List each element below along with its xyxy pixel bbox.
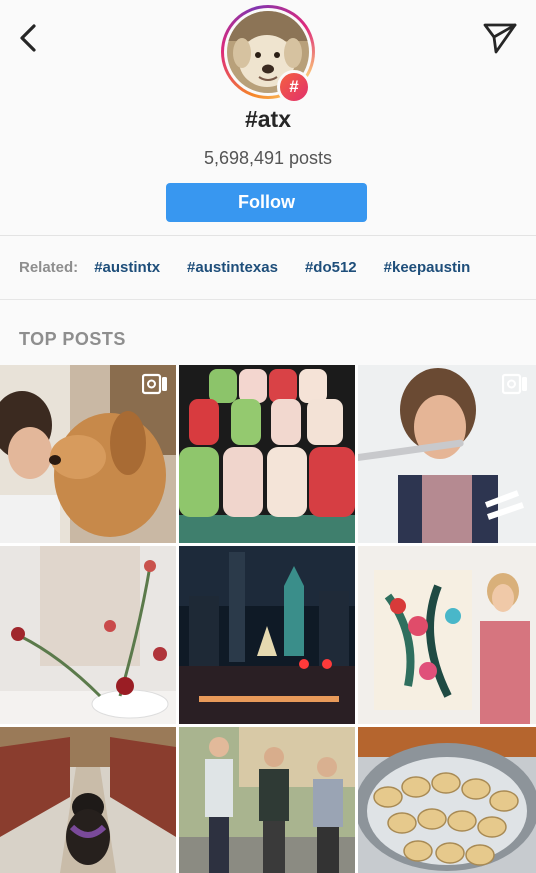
related-tag-austintexas[interactable]: #austintexas <box>187 259 278 276</box>
hashtag-badge-icon: # <box>277 70 311 104</box>
related-label: Related: <box>19 259 79 276</box>
post-tile-flowers[interactable] <box>0 546 176 724</box>
back-button[interactable] <box>10 18 46 58</box>
post-tile-dog-bridge[interactable] <box>0 727 176 873</box>
video-icon <box>502 373 527 395</box>
share-button[interactable] <box>480 18 520 58</box>
hashtag-header: # #atx 5,698,491 posts Follow <box>0 0 536 236</box>
related-hashtags-bar: Related: #austintx #austintexas #do512 #… <box>0 236 536 300</box>
post-tile-macarons[interactable] <box>179 365 355 543</box>
paper-plane-icon <box>483 23 517 54</box>
post-tile-painting[interactable] <box>358 546 536 724</box>
related-tag-do512[interactable]: #do512 <box>305 259 357 276</box>
related-tag-austintx[interactable]: #austintx <box>94 259 160 276</box>
related-tag-keepaustin[interactable]: #keepaustin <box>384 259 471 276</box>
post-tile-scooters[interactable] <box>179 727 355 873</box>
post-tile-skyline[interactable] <box>179 546 355 724</box>
post-tile-flute[interactable] <box>358 365 536 543</box>
chevron-left-icon <box>20 24 36 52</box>
post-tile-dog-kiss[interactable] <box>0 365 176 543</box>
hashtag-title: #atx <box>244 106 292 132</box>
posts-grid <box>0 365 536 873</box>
post-tile-cans[interactable] <box>358 727 536 873</box>
post-count: 5,698,491 posts <box>203 148 333 168</box>
video-icon <box>142 373 167 395</box>
top-posts-header: TOP POSTS <box>0 300 536 365</box>
follow-button[interactable]: Follow <box>166 183 367 222</box>
section-title: TOP POSTS <box>19 329 126 349</box>
